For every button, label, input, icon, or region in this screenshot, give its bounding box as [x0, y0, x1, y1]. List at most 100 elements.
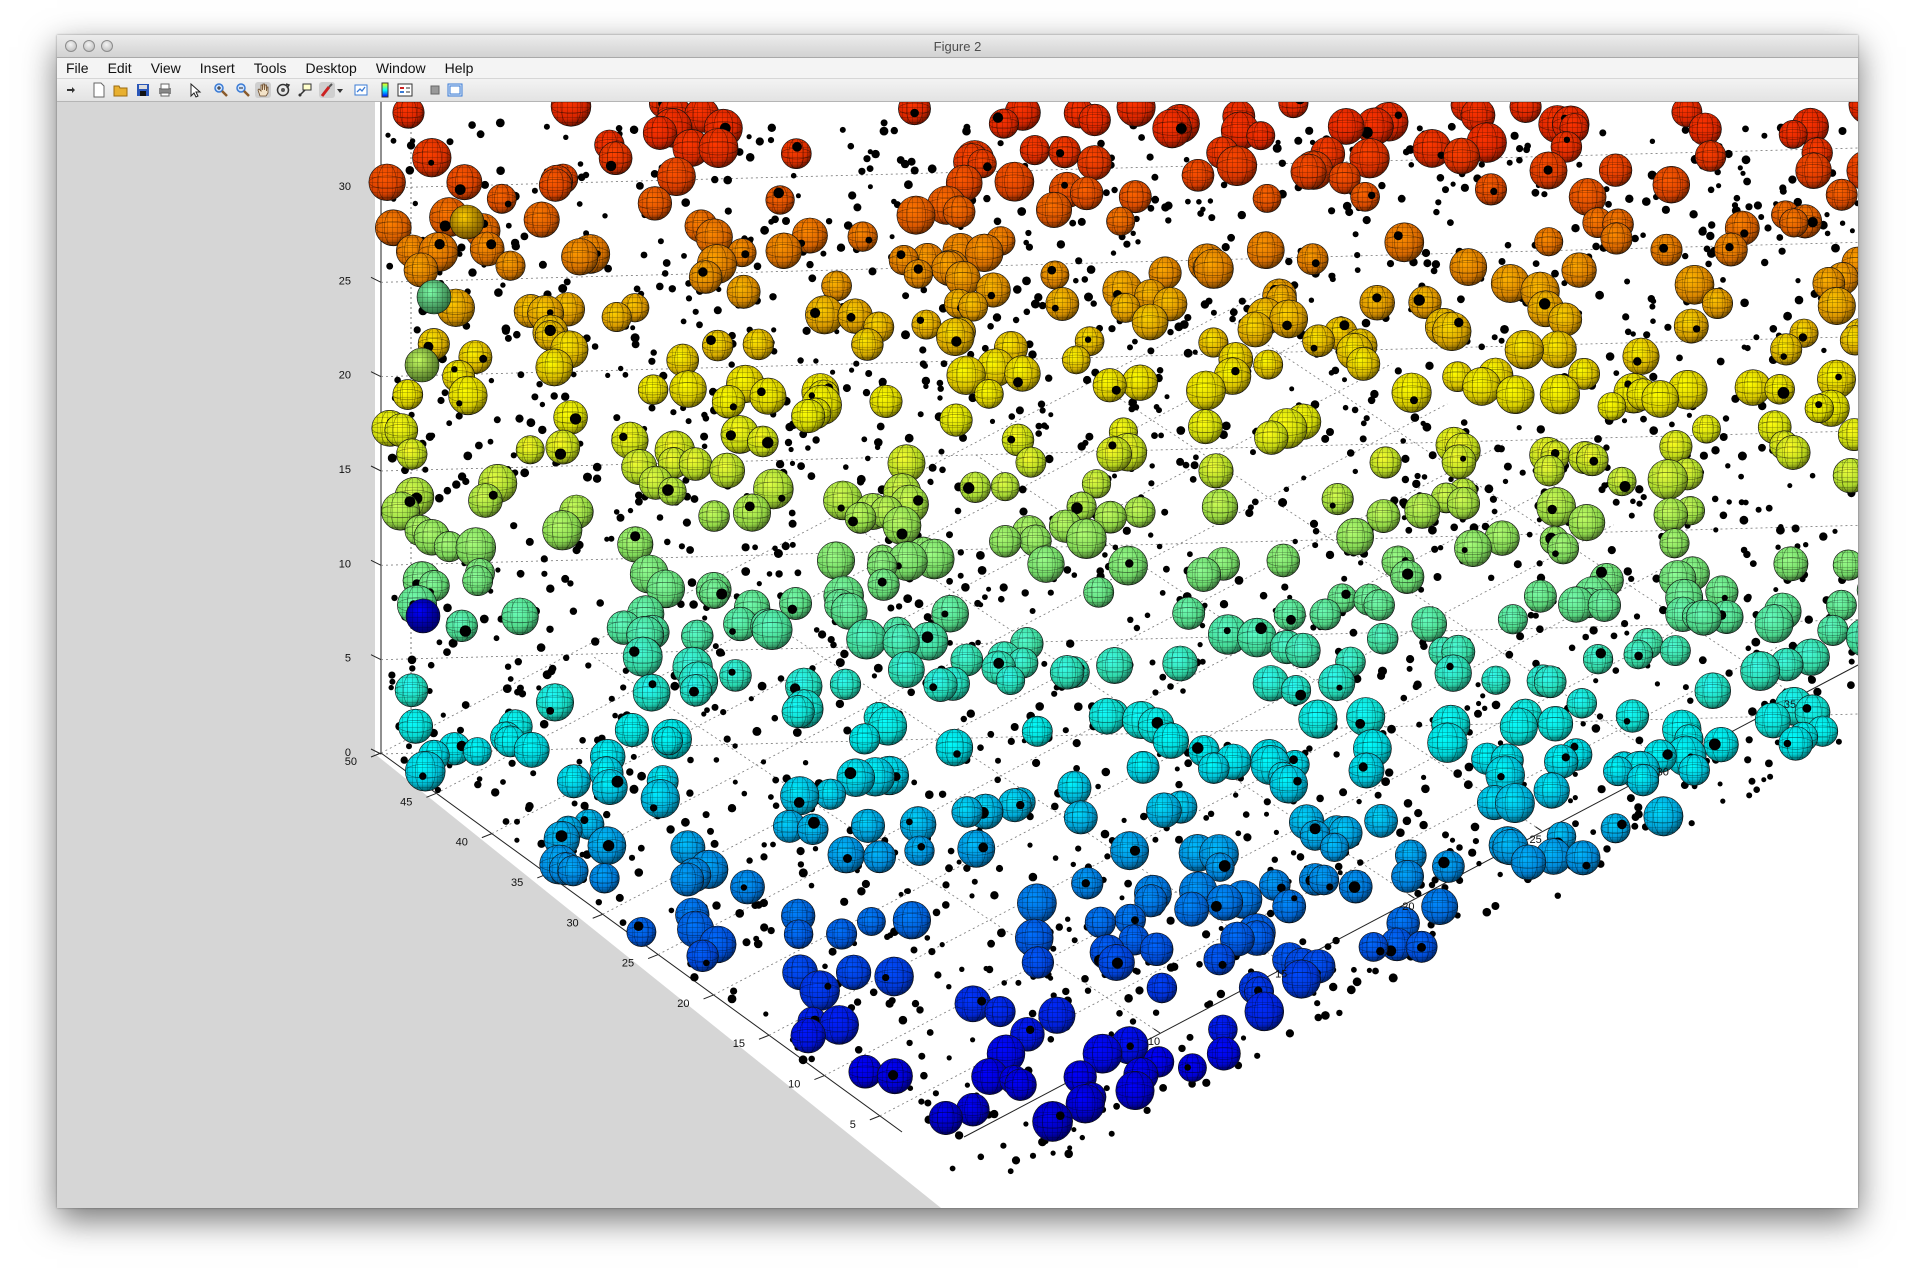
sphere-marker	[882, 506, 922, 545]
zoom-in-icon[interactable]	[213, 82, 229, 98]
data-point-marker	[741, 567, 751, 576]
data-point-marker	[1433, 208, 1440, 216]
data-point-marker	[530, 770, 537, 777]
sphere-marker	[1246, 121, 1276, 151]
data-point-marker	[887, 604, 895, 612]
save-icon[interactable]	[135, 82, 151, 98]
data-point-marker	[858, 167, 866, 175]
sphere-marker	[495, 250, 526, 281]
data-point-marker	[1686, 412, 1692, 418]
data-point-marker	[1052, 855, 1059, 861]
data-point-marker	[1301, 475, 1307, 481]
data-point-marker	[1037, 400, 1046, 408]
new-figure-icon[interactable]	[91, 82, 107, 98]
data-point-marker	[1190, 461, 1199, 470]
brush-icon[interactable]	[319, 82, 335, 98]
data-point-marker	[1706, 231, 1715, 241]
data-point-marker	[1148, 480, 1155, 487]
insert-colorbar-icon[interactable]	[377, 82, 393, 98]
sphere-marker	[1533, 665, 1567, 699]
sphere-marker	[1092, 368, 1127, 403]
scatter3-spheres-plot[interactable]: 0510152025305101520253035404550101520253…	[57, 102, 1858, 1208]
data-point-marker	[1676, 354, 1683, 362]
insert-legend-icon[interactable]	[397, 82, 413, 98]
data-point-marker	[987, 323, 994, 330]
data-point-marker	[1435, 199, 1442, 206]
data-point-marker	[917, 411, 924, 418]
data-point-marker	[995, 757, 1001, 764]
menu-tools[interactable]: Tools	[254, 60, 287, 76]
dock-arrow-icon[interactable]	[63, 82, 79, 98]
data-point-marker	[920, 1071, 928, 1080]
data-point-marker	[789, 460, 796, 466]
data-point-marker	[1476, 700, 1482, 707]
sphere-marker	[1652, 165, 1691, 204]
menu-window[interactable]: Window	[376, 60, 426, 76]
data-point-marker	[990, 891, 999, 900]
data-point-marker	[1354, 252, 1361, 259]
show-plot-tools-icon[interactable]	[447, 82, 463, 98]
menu-desktop[interactable]: Desktop	[305, 60, 356, 76]
data-point-marker	[1071, 1127, 1077, 1133]
sphere-marker	[1203, 943, 1236, 976]
data-point-marker	[711, 703, 719, 711]
menu-file[interactable]: File	[66, 60, 89, 76]
data-point-marker	[1775, 544, 1781, 550]
sphere-marker	[1462, 367, 1501, 406]
menu-edit[interactable]: Edit	[108, 60, 132, 76]
sphere-marker	[923, 667, 958, 702]
menu-insert[interactable]: Insert	[200, 60, 235, 76]
zoom-out-icon[interactable]	[235, 82, 251, 98]
data-point-marker	[1000, 1142, 1007, 1149]
print-icon[interactable]	[157, 82, 173, 98]
data-point-marker	[1314, 1000, 1321, 1007]
sphere-marker	[394, 673, 429, 708]
sphere-marker	[1004, 355, 1041, 392]
data-point-marker	[1032, 758, 1041, 768]
sphere-marker	[1539, 330, 1577, 369]
data-point-marker	[1476, 860, 1482, 867]
figure-toolbar	[57, 79, 1858, 102]
data-point-marker	[1271, 856, 1279, 863]
data-point-marker	[1682, 684, 1689, 691]
open-file-icon[interactable]	[113, 82, 129, 98]
sphere-marker	[1281, 959, 1321, 999]
pan-hand-icon[interactable]	[255, 82, 271, 98]
data-point-marker	[1112, 473, 1117, 479]
data-point-marker	[1554, 892, 1562, 899]
hide-plot-tools-icon[interactable]	[427, 82, 443, 98]
data-point-marker	[711, 175, 719, 184]
data-point-marker	[1468, 848, 1477, 857]
plot-area[interactable]: 0 5 10 15 20 25 30 5 10 15 20 25 30 35 40 45 50 10 15 20 25 3…	[57, 102, 1858, 1208]
data-cursor-icon[interactable]	[297, 82, 313, 98]
brush-dropdown-icon[interactable]	[335, 82, 345, 98]
data-point-marker	[1193, 454, 1199, 461]
sphere-marker	[1298, 699, 1338, 739]
data-point-marker	[680, 318, 687, 325]
data-point-marker	[1104, 853, 1111, 860]
rotate-3d-icon[interactable]	[275, 82, 291, 98]
data-point-marker	[412, 200, 418, 207]
data-point-marker	[942, 901, 950, 909]
sphere-marker	[1694, 140, 1727, 172]
sphere-marker	[781, 695, 815, 729]
data-point-marker	[1144, 612, 1151, 619]
data-point-marker	[1505, 650, 1514, 659]
menu-view[interactable]: View	[151, 60, 181, 76]
data-point-marker	[443, 648, 451, 656]
sphere-marker	[642, 115, 677, 150]
sphere-marker	[827, 836, 865, 874]
data-point-marker	[727, 804, 737, 813]
data-point-marker	[1689, 210, 1698, 219]
data-point-marker	[1045, 374, 1053, 382]
data-point-marker	[1264, 811, 1269, 817]
menu-help[interactable]: Help	[445, 60, 474, 76]
sphere-marker	[601, 302, 632, 333]
link-plot-icon[interactable]	[353, 82, 369, 98]
sphere-marker	[1524, 579, 1557, 613]
data-point-marker	[861, 879, 871, 889]
data-point-marker	[1687, 697, 1694, 704]
data-point-marker	[835, 658, 845, 668]
sphere-marker	[1108, 545, 1148, 586]
edit-plot-arrow-icon[interactable]	[187, 82, 203, 98]
